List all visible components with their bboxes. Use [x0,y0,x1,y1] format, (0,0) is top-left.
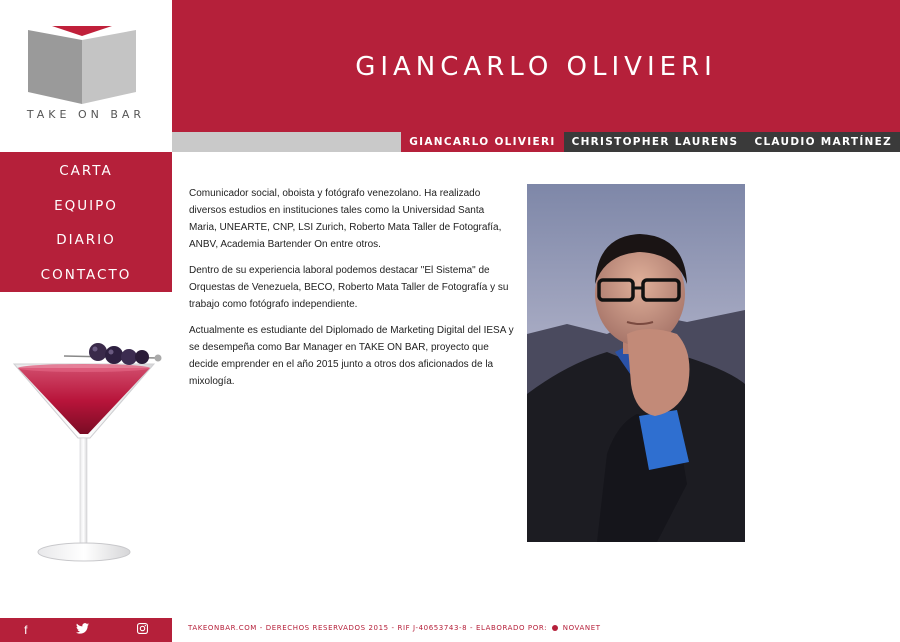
logo[interactable]: TAKE ON BAR [0,0,172,152]
footer: TAKEONBAR.COM - DERECHOS RESERVADOS 2015… [188,624,601,632]
footer-brand-link[interactable]: NOVANET [563,624,601,632]
bio-text: Comunicador social, oboista y fotógrafo … [189,185,514,399]
social-bar: f [0,618,172,642]
bio-paragraph: Dentro de su experiencia laboral podemos… [189,265,509,310]
novanet-logo-icon [551,625,558,631]
nav-item-equipo[interactable]: EQUIPO [0,196,172,231]
cube-logo-icon [28,26,136,104]
logo-text: TAKE ON BAR [26,108,146,121]
bio-paragraph: Comunicador social, oboista y fotógrafo … [189,188,502,250]
tab-giancarlo-olivieri[interactable]: GIANCARLO OLIVIERI [401,132,564,152]
page-title: GIANCARLO OLIVIERI [355,52,717,82]
team-tabs: GIANCARLO OLIVIERI CHRISTOPHER LAURENS C… [401,132,900,152]
team-subbar: GIANCARLO OLIVIERI CHRISTOPHER LAURENS C… [172,132,900,152]
facebook-icon[interactable]: f [24,623,27,637]
bio-paragraph: Actualmente es estudiante del Diplomado … [189,325,514,387]
nav-item-diario[interactable]: DIARIO [0,230,172,265]
header: GIANCARLO OLIVIERI [172,0,900,132]
twitter-icon[interactable] [75,623,89,637]
tab-claudio-martinez[interactable]: CLAUDIO MARTÍNEZ [746,132,900,152]
main-nav: CARTA EQUIPO DIARIO CONTACTO [0,152,172,292]
instagram-icon[interactable] [136,623,148,637]
nav-item-contacto[interactable]: CONTACTO [0,265,172,300]
tab-christopher-laurens[interactable]: CHRISTOPHER LAURENS [563,132,747,152]
cocktail-image [12,343,162,562]
portrait-photo [527,184,745,542]
nav-item-carta[interactable]: CARTA [0,161,172,196]
footer-copyright: TAKEONBAR.COM - DERECHOS RESERVADOS 2015… [188,624,548,632]
